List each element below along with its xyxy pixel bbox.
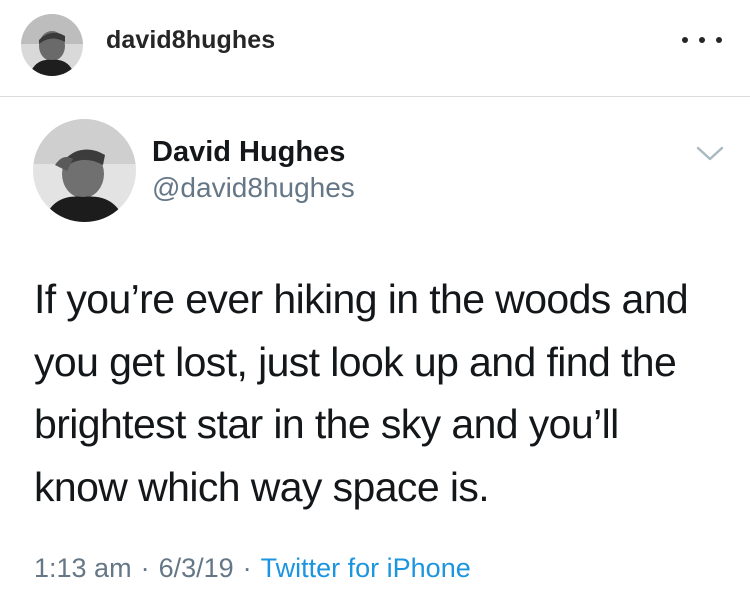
- tweet-handle[interactable]: @david8hughes: [152, 172, 355, 204]
- chevron-down-icon[interactable]: [694, 141, 726, 165]
- post-username[interactable]: david8hughes: [106, 26, 275, 55]
- tweet-source-link[interactable]: Twitter for iPhone: [261, 553, 471, 583]
- tweet-display-name[interactable]: David Hughes: [152, 136, 345, 169]
- separator: ·: [140, 553, 150, 583]
- avatar[interactable]: [21, 14, 83, 76]
- separator: ·: [242, 553, 252, 583]
- tweet-avatar[interactable]: [33, 119, 136, 222]
- tweet-time[interactable]: 1:13 am: [34, 553, 132, 583]
- profile-photo: [21, 14, 83, 76]
- tweet-date[interactable]: 6/3/19: [159, 553, 234, 583]
- profile-photo: [33, 119, 136, 222]
- tweet-text: If you’re ever hiking in the woods and y…: [34, 276, 689, 510]
- more-horizontal-icon[interactable]: [682, 26, 722, 54]
- post-header: david8hughes: [0, 0, 750, 97]
- tweet-metadata: 1:13 am · 6/3/19 · Twitter for iPhone: [34, 553, 471, 584]
